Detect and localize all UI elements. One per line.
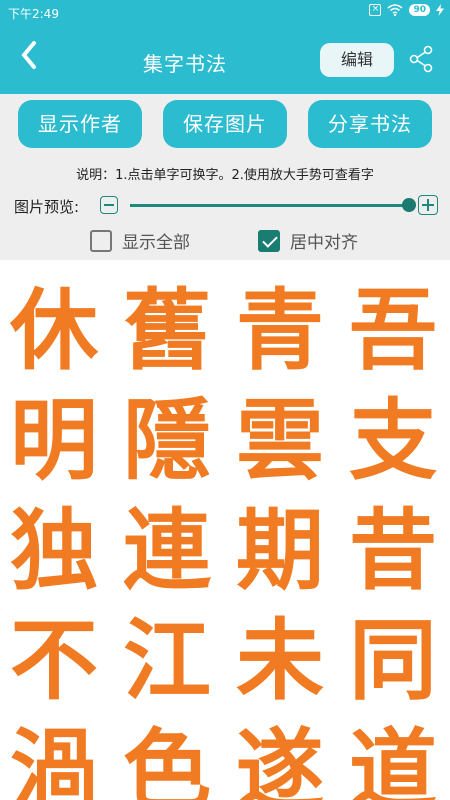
status-bar: 下午2:49 × 90: [0, 0, 450, 26]
calligraphy-char[interactable]: 江: [111, 604, 223, 716]
battery-badge: 90: [409, 4, 430, 16]
checkbox-box[interactable]: [90, 229, 112, 252]
calligraphy-char[interactable]: 不: [0, 604, 110, 716]
preview-label: 图片预览:: [14, 198, 80, 216]
calligraphy-char[interactable]: 支: [337, 384, 449, 496]
wifi-icon: [387, 4, 403, 16]
calligraphy-char[interactable]: 吾: [337, 274, 449, 386]
calligraphy-char[interactable]: 休: [0, 274, 110, 386]
calligraphy-char[interactable]: 期: [224, 494, 336, 606]
calligraphy-char[interactable]: 独: [0, 494, 110, 606]
show-all-checkbox[interactable]: 显示全部: [90, 228, 190, 253]
center-align-checkbox[interactable]: 居中对齐: [258, 228, 358, 253]
instructions-note: 说明：1.点击单字可换字。2.使用放大手势可查看字: [76, 168, 374, 183]
checkbox-box[interactable]: [258, 229, 280, 252]
calligraphy-char[interactable]: 隱: [111, 384, 223, 496]
preview-zoom-row: 图片预览:: [14, 192, 444, 218]
calligraphy-char[interactable]: 同: [337, 604, 449, 716]
share-icon[interactable]: [406, 44, 436, 74]
show-author-button[interactable]: 显示作者: [18, 100, 142, 148]
slider-thumb[interactable]: [402, 198, 416, 212]
sim-off-icon: ×: [369, 4, 382, 16]
calligraphy-char[interactable]: 道: [337, 714, 449, 800]
calligraphy-char[interactable]: 遂: [224, 714, 336, 800]
save-image-button[interactable]: 保存图片: [163, 100, 287, 148]
show-all-label: 显示全部: [122, 233, 190, 253]
page-title: 集字书法: [143, 52, 227, 76]
calligraphy-char[interactable]: 青: [224, 274, 336, 386]
zoom-out-icon[interactable]: [100, 196, 118, 214]
calligraphy-char[interactable]: 未: [224, 604, 336, 716]
status-icons: × 90: [369, 4, 444, 16]
zoom-in-icon[interactable]: [418, 195, 438, 215]
action-buttons: 显示作者 保存图片 分享书法: [18, 100, 432, 150]
app-bar: 集字书法 编辑: [0, 26, 450, 94]
calligraphy-char[interactable]: 渦: [0, 714, 110, 800]
calligraphy-grid: 休舊青吾明隱雲支独連期昔不江未同渦色遂道: [0, 262, 450, 800]
calligraphy-char[interactable]: 連: [111, 494, 223, 606]
center-align-label: 居中对齐: [290, 233, 358, 253]
status-time: 下午2:49: [8, 7, 59, 21]
preview-slider[interactable]: [130, 204, 410, 207]
controls-panel: 显示作者 保存图片 分享书法 说明：1.点击单字可换字。2.使用放大手势可查看字…: [0, 94, 450, 260]
calligraphy-char[interactable]: 明: [0, 384, 110, 496]
calligraphy-char[interactable]: 舊: [111, 274, 223, 386]
calligraphy-char[interactable]: 色: [111, 714, 223, 800]
calligraphy-char[interactable]: 雲: [224, 384, 336, 496]
options-row: 显示全部 居中对齐: [0, 224, 450, 254]
charging-icon: [436, 4, 444, 16]
share-calligraphy-button[interactable]: 分享书法: [308, 100, 432, 148]
edit-button[interactable]: 编辑: [320, 43, 394, 77]
calligraphy-char[interactable]: 昔: [337, 494, 449, 606]
